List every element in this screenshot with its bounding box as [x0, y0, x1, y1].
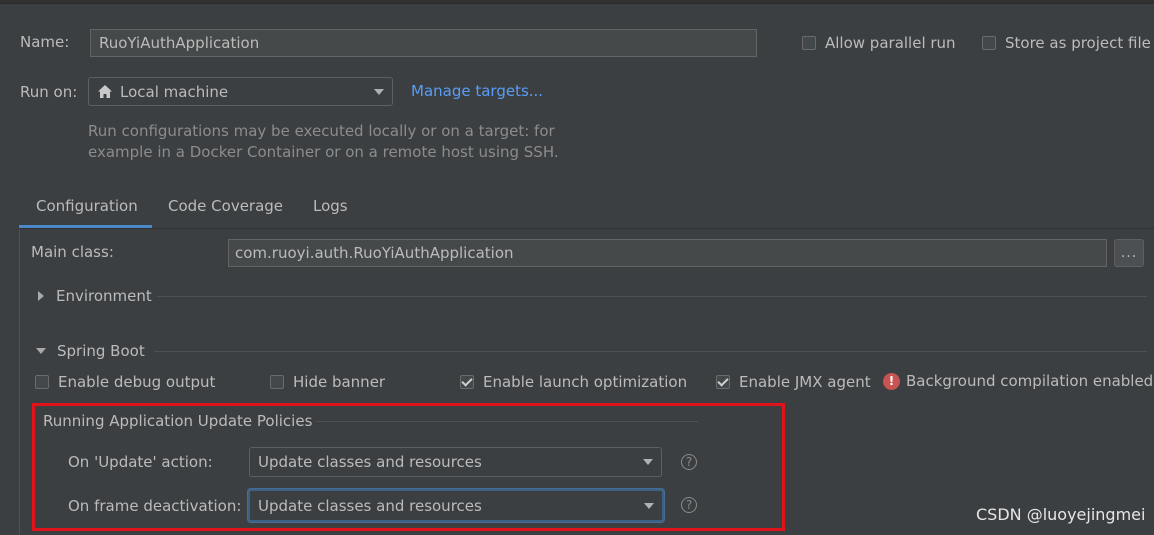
on-frame-deactivation-dropdown[interactable]: Update classes and resources — [248, 489, 664, 522]
environment-section-title[interactable]: Environment — [56, 287, 152, 305]
help-glyph: ? — [685, 455, 693, 469]
environment-divider — [157, 296, 1147, 297]
enable-jmx-agent-box[interactable] — [716, 375, 730, 389]
background-compilation-warning: ! Background compilation enabled — [883, 372, 1153, 390]
spring-boot-divider — [154, 351, 1147, 352]
main-class-input[interactable]: com.ruoyi.auth.RuoYiAuthApplication — [228, 239, 1107, 267]
hide-banner-box[interactable] — [270, 375, 284, 389]
enable-launch-optimization-label: Enable launch optimization — [483, 373, 688, 391]
enable-debug-output-checkbox[interactable]: Enable debug output — [35, 373, 215, 391]
store-as-project-file-label: Store as project file — [1005, 34, 1151, 52]
enable-launch-optimization-checkbox[interactable]: Enable launch optimization — [460, 373, 687, 391]
store-as-project-file-box[interactable] — [982, 36, 996, 50]
hide-banner-label: Hide banner — [293, 373, 386, 391]
chevron-down-icon — [643, 459, 653, 465]
manage-targets-link[interactable]: Manage targets... — [411, 82, 543, 100]
on-update-label: On 'Update' action: — [68, 453, 213, 471]
config-panel-border — [19, 229, 20, 535]
run-on-hint-line2: example in a Docker Container or on a re… — [88, 143, 559, 161]
chevron-down-icon — [36, 348, 46, 354]
on-frame-deactivation-label: On frame deactivation: — [68, 497, 242, 515]
error-icon: ! — [883, 372, 900, 390]
allow-parallel-run-label: Allow parallel run — [825, 34, 956, 52]
enable-debug-output-label: Enable debug output — [58, 373, 216, 391]
main-class-value: com.ruoyi.auth.RuoYiAuthApplication — [235, 244, 514, 262]
home-icon — [98, 85, 112, 98]
tab-code-coverage[interactable]: Code Coverage — [168, 197, 283, 215]
enable-jmx-agent-checkbox[interactable]: Enable JMX agent — [716, 373, 871, 391]
environment-expand-toggle[interactable] — [38, 291, 44, 301]
background-compilation-text: Background compilation enabled — [906, 372, 1154, 390]
allow-parallel-run-box[interactable] — [802, 36, 816, 50]
enable-launch-optimization-box[interactable] — [460, 375, 474, 389]
tab-configuration[interactable]: Configuration — [36, 197, 138, 215]
on-update-dropdown[interactable]: Update classes and resources — [249, 447, 662, 477]
browse-button-label: ... — [1120, 245, 1138, 261]
on-update-selected: Update classes and resources — [258, 453, 482, 471]
watermark-text: CSDN @luoyejingmei — [976, 505, 1146, 524]
run-on-dropdown[interactable]: Local machine — [88, 77, 393, 106]
name-label: Name: — [20, 33, 70, 51]
spring-boot-section-title[interactable]: Spring Boot — [57, 342, 145, 360]
spring-boot-collapse-toggle[interactable] — [36, 348, 46, 354]
chevron-down-icon — [644, 502, 654, 509]
run-on-selected: Local machine — [120, 82, 229, 101]
on-frame-deactivation-selected: Update classes and resources — [258, 496, 482, 515]
enable-debug-output-box[interactable] — [35, 375, 49, 389]
help-icon[interactable]: ? — [681, 497, 697, 513]
enable-jmx-agent-label: Enable JMX agent — [739, 373, 871, 391]
browse-main-class-button[interactable]: ... — [1114, 239, 1144, 267]
update-policies-title: Running Application Update Policies — [43, 412, 313, 430]
chevron-right-icon — [38, 291, 44, 301]
help-icon[interactable]: ? — [681, 454, 697, 470]
allow-parallel-run-checkbox[interactable]: Allow parallel run — [802, 34, 956, 52]
chevron-down-icon — [374, 88, 384, 95]
help-glyph: ? — [685, 498, 693, 512]
run-on-hint: Run configurations may be executed local… — [88, 121, 559, 163]
run-on-label: Run on: — [20, 83, 78, 101]
window-top-edge — [0, 0, 1154, 4]
update-policies-divider — [316, 421, 698, 422]
tab-logs[interactable]: Logs — [313, 197, 348, 215]
main-class-label: Main class: — [31, 243, 114, 261]
name-input[interactable]: RuoYiAuthApplication — [90, 29, 757, 57]
hide-banner-checkbox[interactable]: Hide banner — [270, 373, 385, 391]
name-input-value: RuoYiAuthApplication — [99, 34, 260, 52]
run-on-hint-line1: Run configurations may be executed local… — [88, 122, 555, 140]
tabs-divider — [19, 228, 1154, 229]
store-as-project-file-checkbox[interactable]: Store as project file — [982, 34, 1151, 52]
